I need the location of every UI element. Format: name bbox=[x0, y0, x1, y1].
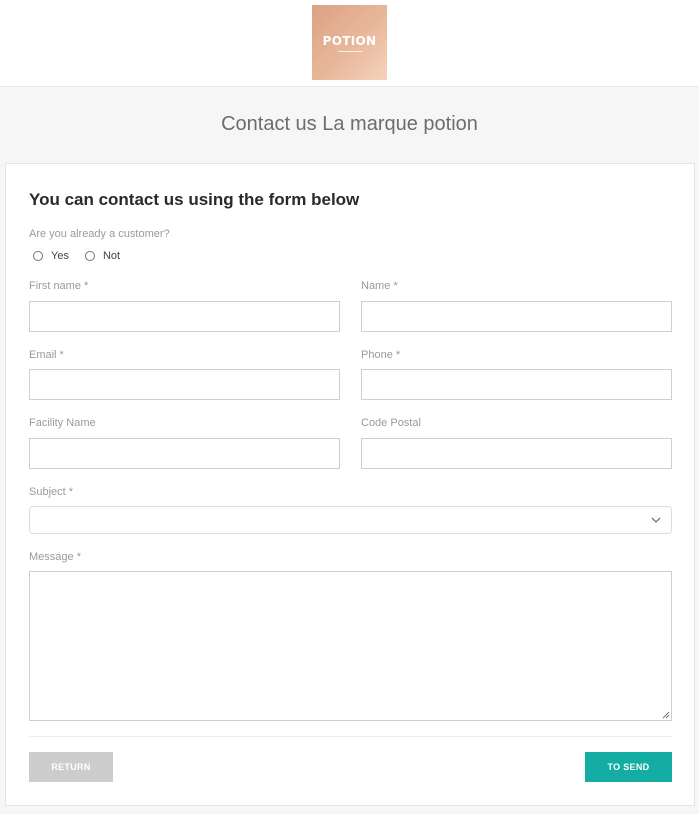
facility-name-label: Facility Name bbox=[29, 417, 96, 429]
phone-label: Phone * bbox=[361, 349, 401, 361]
name-field[interactable] bbox=[361, 301, 672, 332]
site-header: POTION bbox=[0, 0, 699, 87]
name-label: Name * bbox=[361, 280, 398, 292]
brand-logo-text: POTION bbox=[322, 33, 377, 48]
message-label: Message * bbox=[29, 551, 81, 563]
facility-name-field[interactable] bbox=[29, 438, 340, 469]
first-name-field[interactable] bbox=[29, 301, 340, 332]
subject-label: Subject * bbox=[29, 486, 74, 498]
chevron-down-icon bbox=[651, 517, 661, 523]
message-textarea[interactable] bbox=[29, 571, 672, 721]
resize-handle-icon[interactable] bbox=[661, 710, 670, 719]
phone-field[interactable] bbox=[361, 369, 672, 400]
send-button[interactable]: TO SEND bbox=[585, 752, 672, 782]
form-heading: You can contact us using the form below bbox=[29, 190, 360, 209]
form-divider bbox=[29, 736, 672, 737]
radio-not-label[interactable]: Not bbox=[103, 250, 120, 262]
page-title: Contact us La marque potion bbox=[221, 113, 478, 135]
customer-question-label: Are you already a customer? bbox=[29, 228, 170, 240]
subject-select[interactable] bbox=[29, 506, 672, 534]
email-field[interactable] bbox=[29, 369, 340, 400]
brand-logo[interactable]: POTION bbox=[312, 5, 387, 80]
brand-logo-underline bbox=[337, 50, 362, 52]
customer-radio-group: Yes Not bbox=[33, 250, 136, 262]
code-postal-field[interactable] bbox=[361, 438, 672, 469]
contact-form-card: You can contact us using the form below … bbox=[5, 163, 695, 806]
radio-yes-label[interactable]: Yes bbox=[51, 250, 69, 262]
return-button[interactable]: RETURN bbox=[29, 752, 113, 782]
code-postal-label: Code Postal bbox=[361, 417, 421, 429]
first-name-label: First name * bbox=[29, 280, 89, 292]
email-label: Email * bbox=[29, 349, 64, 361]
radio-not[interactable] bbox=[84, 251, 95, 261]
radio-yes[interactable] bbox=[33, 251, 43, 261]
